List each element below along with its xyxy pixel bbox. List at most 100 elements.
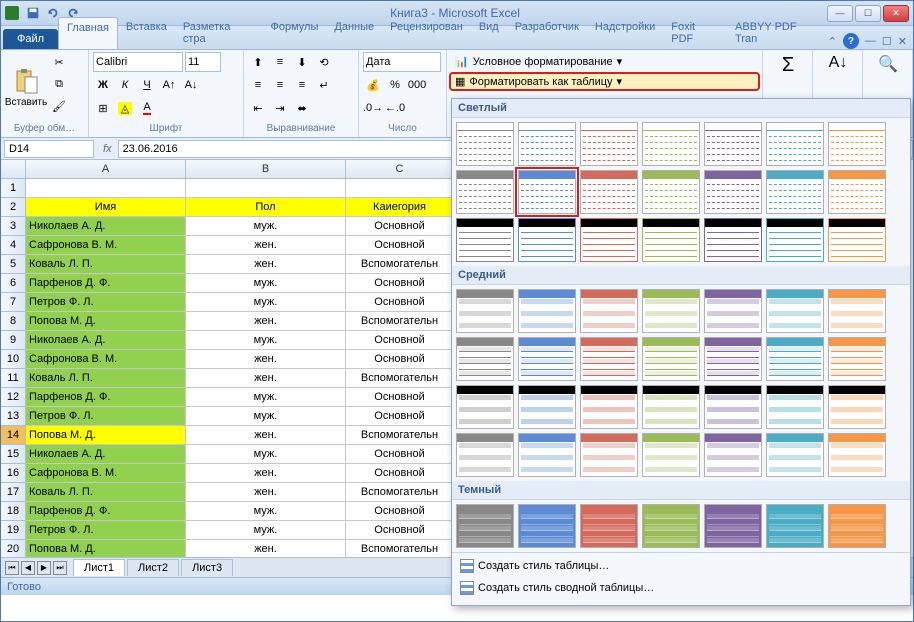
cell[interactable]: жен. <box>186 483 346 502</box>
table-style-swatch[interactable] <box>704 218 762 262</box>
column-header[interactable]: B <box>186 160 346 179</box>
cell[interactable]: Основной <box>346 274 454 293</box>
table-style-swatch[interactable] <box>518 289 576 333</box>
decrease-decimal-icon[interactable]: ←.0 <box>385 98 405 118</box>
table-style-swatch[interactable] <box>518 170 576 214</box>
row-header[interactable]: 17 <box>1 483 26 502</box>
cell[interactable]: муж. <box>186 293 346 312</box>
cell[interactable]: Вспомогательн <box>346 369 454 388</box>
autosum-button[interactable]: Σ <box>767 52 809 79</box>
ribbon-tab[interactable]: Главная <box>58 17 118 49</box>
row-header[interactable]: 14 <box>1 426 26 445</box>
table-style-swatch[interactable] <box>518 504 576 548</box>
cell[interactable]: Сафронова В. М. <box>26 236 186 255</box>
ribbon-tab[interactable]: Разработчик <box>507 17 587 49</box>
currency-icon[interactable]: 💰 <box>363 75 383 95</box>
column-header[interactable]: C <box>346 160 454 179</box>
bold-icon[interactable]: Ж <box>93 75 113 95</box>
table-style-swatch[interactable] <box>456 170 514 214</box>
underline-icon[interactable]: Ч <box>137 75 157 95</box>
table-style-swatch[interactable] <box>456 433 514 477</box>
table-style-swatch[interactable] <box>642 170 700 214</box>
cell[interactable]: Петров Ф. Л. <box>26 407 186 426</box>
borders-icon[interactable]: ⊞ <box>93 98 113 118</box>
font-color-icon[interactable]: A <box>137 98 157 118</box>
table-style-swatch[interactable] <box>766 218 824 262</box>
align-right-icon[interactable]: ≡ <box>292 75 312 95</box>
maximize-button[interactable]: ☐ <box>855 5 881 22</box>
format-as-table-button[interactable]: ▦ Форматировать как таблицу▾ <box>449 72 760 91</box>
table-style-swatch[interactable] <box>766 504 824 548</box>
shrink-font-icon[interactable]: A↓ <box>181 75 201 95</box>
cell[interactable]: Попова М. Д. <box>26 426 186 445</box>
table-style-swatch[interactable] <box>704 122 762 166</box>
table-style-swatch[interactable] <box>456 337 514 381</box>
table-style-swatch[interactable] <box>456 218 514 262</box>
table-style-swatch[interactable] <box>828 385 886 429</box>
table-style-swatch[interactable] <box>518 385 576 429</box>
row-header[interactable]: 2 <box>1 198 26 217</box>
row-header[interactable]: 6 <box>1 274 26 293</box>
align-middle-icon[interactable]: ≡ <box>270 52 290 72</box>
tab-next-icon[interactable]: ▶ <box>37 561 51 575</box>
row-header[interactable]: 7 <box>1 293 26 312</box>
increase-decimal-icon[interactable]: .0→ <box>363 98 383 118</box>
table-style-swatch[interactable] <box>704 433 762 477</box>
cell[interactable]: Основной <box>346 293 454 312</box>
row-header[interactable]: 9 <box>1 331 26 350</box>
cell[interactable]: жен. <box>186 255 346 274</box>
cell[interactable]: Парфенов Д. Ф. <box>26 388 186 407</box>
name-box[interactable]: D14 <box>4 140 94 158</box>
comma-icon[interactable]: 000 <box>407 75 427 95</box>
align-left-icon[interactable]: ≡ <box>248 75 268 95</box>
new-table-style-button[interactable]: Создать стиль таблицы… <box>452 555 910 577</box>
table-style-swatch[interactable] <box>766 385 824 429</box>
cell[interactable]: Николаев А. Д. <box>26 331 186 350</box>
cell[interactable]: Коваль Л. П. <box>26 483 186 502</box>
cell[interactable]: муж. <box>186 217 346 236</box>
ribbon-tab[interactable]: Вставка <box>118 17 175 49</box>
table-style-swatch[interactable] <box>704 504 762 548</box>
table-style-swatch[interactable] <box>828 337 886 381</box>
tab-first-icon[interactable]: ⏮ <box>5 561 19 575</box>
cell[interactable]: Основной <box>346 502 454 521</box>
cell[interactable]: муж. <box>186 521 346 540</box>
table-style-swatch[interactable] <box>580 218 638 262</box>
cell[interactable]: Коваль Л. П. <box>26 369 186 388</box>
cell[interactable]: муж. <box>186 388 346 407</box>
italic-icon[interactable]: К <box>115 75 135 95</box>
cell[interactable]: Вспомогательн <box>346 255 454 274</box>
table-style-swatch[interactable] <box>456 289 514 333</box>
ribbon-tab[interactable]: Надстройки <box>587 17 663 49</box>
cell[interactable]: Парфенов Д. Ф. <box>26 274 186 293</box>
sheet-tab[interactable]: Лист1 <box>73 559 125 576</box>
table-style-swatch[interactable] <box>766 433 824 477</box>
cell[interactable]: Основной <box>346 464 454 483</box>
table-style-swatch[interactable] <box>704 170 762 214</box>
table-style-swatch[interactable] <box>642 504 700 548</box>
cell[interactable]: Основной <box>346 445 454 464</box>
cell[interactable]: Вспомогательн <box>346 483 454 502</box>
row-header[interactable]: 8 <box>1 312 26 331</box>
cell[interactable]: Петров Ф. Л. <box>26 521 186 540</box>
table-style-swatch[interactable] <box>456 122 514 166</box>
table-style-swatch[interactable] <box>642 385 700 429</box>
table-style-swatch[interactable] <box>828 122 886 166</box>
cell[interactable]: Основной <box>346 407 454 426</box>
minimize-ribbon-icon[interactable]: ⌃ <box>828 35 837 48</box>
mdi-close-icon[interactable]: ✕ <box>898 35 907 48</box>
table-style-swatch[interactable] <box>766 170 824 214</box>
save-icon[interactable] <box>24 4 42 22</box>
minimize-button[interactable]: — <box>827 5 853 22</box>
paste-button[interactable]: Вставить <box>5 52 47 122</box>
table-style-swatch[interactable] <box>456 385 514 429</box>
cell[interactable]: Основной <box>346 217 454 236</box>
cell[interactable]: Основной <box>346 388 454 407</box>
row-header[interactable]: 18 <box>1 502 26 521</box>
table-style-swatch[interactable] <box>580 170 638 214</box>
cell[interactable]: Основной <box>346 236 454 255</box>
sort-filter-button[interactable]: A↓ <box>817 52 859 74</box>
table-style-swatch[interactable] <box>828 170 886 214</box>
ribbon-tab[interactable]: Вид <box>471 17 507 49</box>
table-style-swatch[interactable] <box>766 289 824 333</box>
